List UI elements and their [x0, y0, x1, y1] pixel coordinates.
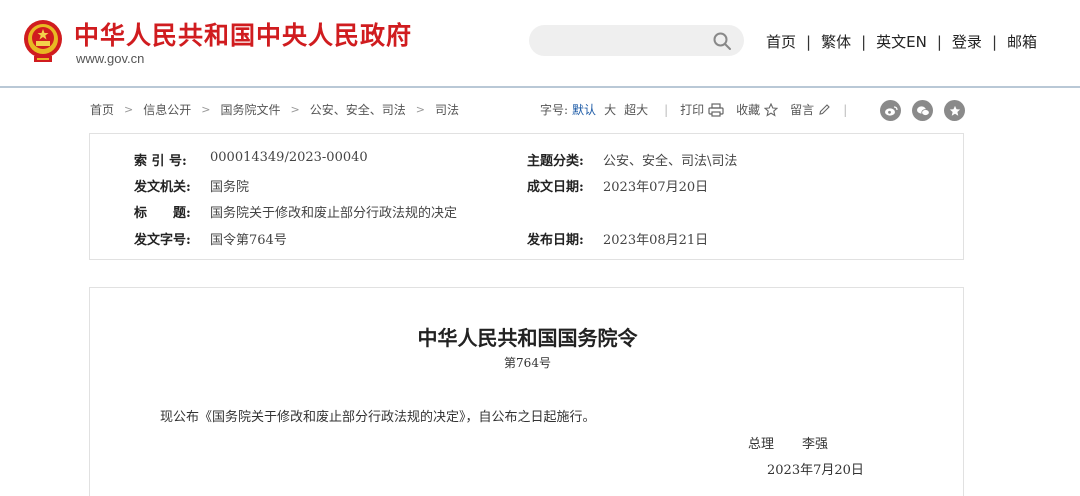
meta-docno-value: 国令第764号: [210, 233, 287, 248]
comment-label: 留言: [790, 103, 815, 117]
meta-issuer-value: 国务院: [210, 180, 250, 195]
page-tools: 字号: 默认 大 超大 | 打印 收藏 留言 |: [540, 101, 859, 118]
nav-traditional[interactable]: 繁体: [821, 31, 851, 52]
meta-published-value: 2023年08月21日: [603, 233, 709, 248]
favorite-label: 收藏: [736, 103, 761, 117]
breadcrumb: 首页 > 信息公开 > 国务院文件 > 公安、安全、司法 > 司法: [90, 101, 459, 118]
site-url: www.gov.cn: [76, 51, 145, 66]
breadcrumb-home[interactable]: 首页: [90, 101, 114, 118]
nav-separator: |: [806, 32, 812, 51]
chevron-right-icon: >: [290, 103, 300, 116]
nav-separator: |: [936, 32, 942, 51]
tools-separator: |: [664, 102, 669, 117]
comment-button[interactable]: 留言: [790, 101, 831, 118]
document-title: 中华人民共和国国务院令: [417, 326, 638, 350]
meta-written-label: 成文日期:: [527, 180, 584, 195]
nav-english[interactable]: 英文EN: [876, 31, 927, 52]
wechat-icon[interactable]: [912, 100, 933, 121]
favorite-button[interactable]: 收藏: [736, 101, 779, 118]
nav-separator: |: [861, 32, 867, 51]
meta-doc-number: 发文字号: 国令第764号: [134, 229, 287, 248]
font-size-large[interactable]: 大: [604, 101, 616, 118]
document-number: 第764号: [504, 356, 551, 370]
nav-separator: |: [991, 32, 997, 51]
document-metadata: 索 引 号: 000014349/2023-00040 主题分类: 公安、安全、…: [89, 133, 964, 260]
font-size-label: 字号:: [540, 103, 569, 117]
chevron-right-icon: >: [124, 103, 134, 116]
meta-published-date: 发布日期: 2023年08月21日: [527, 229, 708, 248]
meta-index: 索 引 号: 000014349/2023-00040: [134, 150, 368, 169]
breadcrumb-justice[interactable]: 司法: [435, 101, 459, 118]
breadcrumb-state-council-docs[interactable]: 国务院文件: [220, 101, 280, 118]
document-body: 中华人民共和国国务院令 第764号 现公布《国务院关于修改和废止部分行政法规的决…: [89, 287, 964, 496]
meta-title-value: 国务院关于修改和废止部分行政法规的决定: [210, 206, 458, 221]
pencil-icon: [819, 104, 830, 115]
meta-index-value: 000014349/2023-00040: [210, 150, 368, 165]
meta-published-label: 发布日期:: [527, 233, 584, 248]
nav-home[interactable]: 首页: [766, 31, 796, 52]
document-paragraph: 现公布《国务院关于修改和废止部分行政法规的决定》，自公布之日起施行。: [160, 410, 596, 425]
star-icon[interactable]: [944, 100, 965, 121]
meta-title-label: 标 题:: [134, 206, 191, 221]
search-input[interactable]: [545, 31, 715, 51]
star-outline-icon: [764, 102, 779, 117]
meta-title: 标 题: 国务院关于修改和废止部分行政法规的决定: [134, 202, 457, 221]
tools-separator: |: [843, 102, 848, 117]
meta-issuer: 发文机关: 国务院: [134, 176, 249, 195]
meta-topic: 主题分类: 公安、安全、司法\司法: [527, 150, 737, 169]
site-title[interactable]: 中华人民共和国中央人民政府: [74, 16, 412, 52]
meta-topic-value: 公安、安全、司法\司法: [603, 154, 738, 169]
chevron-right-icon: >: [415, 103, 425, 116]
search-box: [529, 25, 744, 56]
top-nav: 首页 | 繁体 | 英文EN | 登录 | 邮箱: [766, 31, 1037, 52]
print-button[interactable]: 打印: [680, 101, 724, 118]
font-size-default[interactable]: 默认: [572, 101, 596, 118]
meta-written-value: 2023年07月20日: [603, 180, 709, 195]
nav-login[interactable]: 登录: [952, 31, 982, 52]
printer-icon: [708, 102, 724, 117]
signature-name: 李强: [802, 437, 829, 452]
chevron-right-icon: >: [201, 103, 211, 116]
print-label: 打印: [680, 103, 705, 117]
signature-date: 2023年7月20日: [767, 463, 864, 478]
font-size-xlarge[interactable]: 超大: [624, 101, 648, 118]
meta-topic-label: 主题分类:: [527, 154, 584, 169]
search-icon[interactable]: [712, 31, 732, 51]
meta-issuer-label: 发文机关:: [134, 180, 191, 195]
breadcrumb-public-security[interactable]: 公安、安全、司法: [310, 101, 406, 118]
weibo-icon[interactable]: [880, 100, 901, 121]
breadcrumb-info-public[interactable]: 信息公开: [143, 101, 191, 118]
national-emblem-icon[interactable]: [22, 18, 64, 64]
meta-written-date: 成文日期: 2023年07月20日: [527, 176, 708, 195]
share-icons: [880, 100, 976, 121]
site-header: 中华人民共和国中央人民政府 www.gov.cn 首页 | 繁体 | 英文EN …: [0, 0, 1080, 88]
nav-mail[interactable]: 邮箱: [1007, 31, 1037, 52]
meta-docno-label: 发文字号:: [134, 233, 191, 248]
signature-title: 总理: [748, 437, 775, 452]
meta-index-label: 索 引 号:: [134, 154, 187, 169]
